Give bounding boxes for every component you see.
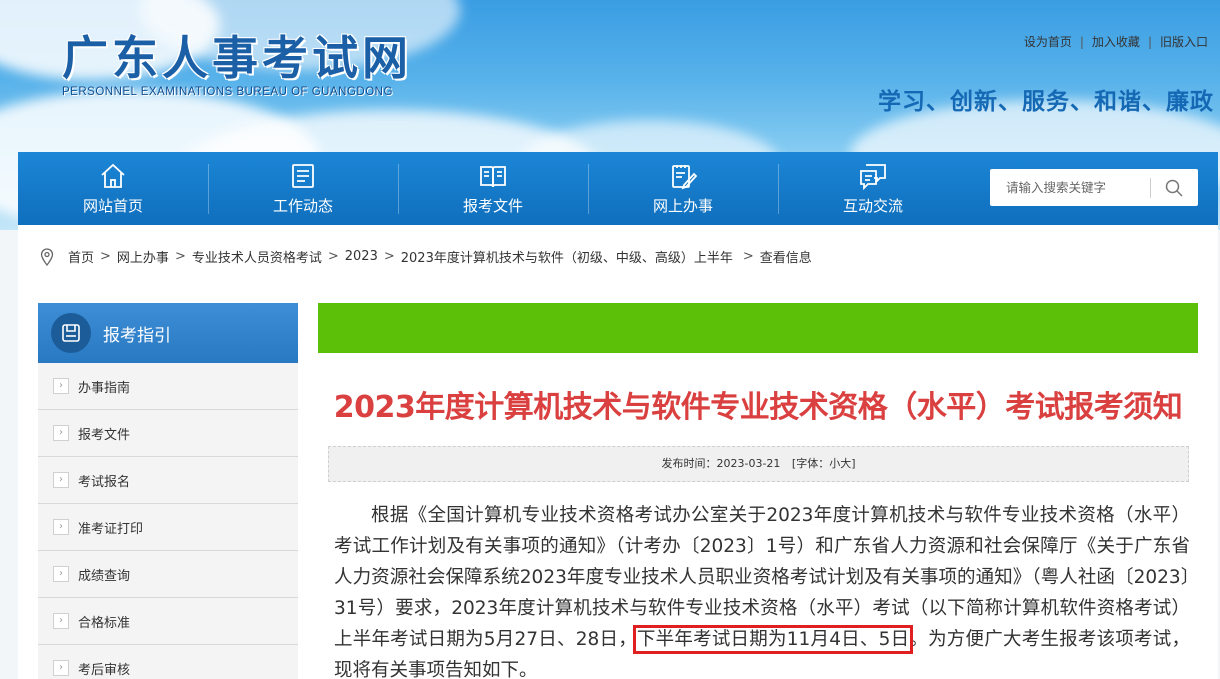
breadcrumb-exam-session[interactable]: 2023年度计算机技术与软件（初级、中级、高级）上半年 [401, 247, 733, 266]
sidebar-item-admission-ticket[interactable]: › 准考证打印 [38, 504, 298, 551]
chevron-right-icon: › [53, 378, 69, 394]
chevron-right-icon: › [53, 425, 69, 441]
sidebar-item-label: 成绩查询 [78, 568, 131, 584]
sidebar-item-post-exam-review[interactable]: › 考后审核 [38, 645, 298, 679]
nav-item-news[interactable]: 工作动态 [208, 152, 398, 225]
nav-label: 工作动态 [272, 197, 333, 215]
news-icon [292, 164, 314, 188]
sidebar-title: 报考指引 [103, 325, 171, 346]
slogan: 学习、创新、服务、和谐、廉政 [878, 89, 1214, 115]
sidebar-item-label: 办事指南 [78, 380, 131, 396]
search-input[interactable] [990, 170, 1150, 205]
breadcrumb-professional-exam[interactable]: 专业技术人员资格考试 [192, 247, 322, 266]
add-favorite-link[interactable]: 加入收藏 [1092, 35, 1140, 49]
breadcrumb: 首页 > 网上办事 > 专业技术人员资格考试 > 2023 > 2023年度计算机技术与… [40, 247, 812, 266]
article-meta: 发布时间：2023-03-21 [字体：小大] [328, 446, 1189, 482]
sidebar-item-documents[interactable]: › 报考文件 [38, 410, 298, 457]
site-logo-title[interactable]: 广东人事考试网 [62, 22, 412, 88]
highlighted-date-text: 下半年考试日期为11月4日、5日 [632, 625, 914, 654]
breadcrumb-online-service[interactable]: 网上办事 [117, 247, 169, 266]
sidebar-item-label: 合格标准 [78, 615, 131, 631]
sidebar-item-label: 考后审核 [78, 662, 131, 678]
nav-item-interaction[interactable]: 互动交流 [778, 152, 968, 225]
set-homepage-link[interactable]: 设为首页 [1024, 35, 1072, 49]
sidebar-item-guide[interactable]: › 办事指南 [38, 363, 298, 410]
guide-icon [51, 313, 91, 353]
nav-item-home[interactable]: 网站首页 [18, 152, 208, 225]
site-logo-subtitle: PERSONNEL EXAMINATIONS BUREAU OF GUANGDO… [62, 86, 393, 98]
main-nav: 网站首页 工作动态 报考文件 网上办事 互动交流 [18, 152, 1218, 225]
book-icon [480, 166, 506, 188]
nav-label: 网上办事 [652, 197, 713, 215]
breadcrumb-home[interactable]: 首页 [68, 247, 94, 266]
chevron-right-icon: › [53, 472, 69, 488]
sidebar-item-label: 考试报名 [78, 474, 131, 490]
article-paragraph: 根据《全国计算机专业技术资格考试办公室关于2023年度计算机技术与软件专业技术资… [334, 500, 1190, 679]
top-links: 设为首页 | 加入收藏 | 旧版入口 [1023, 35, 1208, 49]
font-size-toggle[interactable]: [字体：小大] [792, 457, 856, 470]
nav-label: 网站首页 [82, 197, 143, 215]
edit-icon [672, 165, 698, 190]
home-icon [101, 163, 125, 188]
chat-icon [860, 164, 886, 191]
old-version-link[interactable]: 旧版入口 [1160, 35, 1208, 49]
sidebar-item-registration[interactable]: › 考试报名 [38, 457, 298, 504]
chevron-right-icon: › [53, 613, 69, 629]
breadcrumb-year[interactable]: 2023 [345, 249, 378, 264]
nav-item-documents[interactable]: 报考文件 [398, 152, 588, 225]
article-title: 2023年度计算机技术与软件专业技术资格（水平）考试报考须知 [333, 390, 1183, 425]
sidebar: 报考指引 › 办事指南 › 报考文件 › 考试报名 › 准考证打印 › 成绩查询 › 合格标… [38, 303, 298, 679]
sidebar-item-pass-standard[interactable]: › 合格标准 [38, 598, 298, 645]
chevron-right-icon: › [53, 519, 69, 535]
location-pin-icon [40, 247, 54, 266]
search-button[interactable] [1151, 170, 1197, 205]
search-box [990, 169, 1198, 206]
chevron-right-icon: › [53, 566, 69, 582]
breadcrumb-view-info: 查看信息 [759, 251, 812, 266]
sidebar-item-label: 报考文件 [78, 427, 131, 443]
search-icon [1165, 179, 1183, 197]
nav-label: 互动交流 [842, 197, 903, 215]
sidebar-item-label: 准考证打印 [78, 521, 144, 537]
sidebar-item-score-query[interactable]: › 成绩查询 [38, 551, 298, 598]
sidebar-header: 报考指引 [38, 303, 298, 363]
publish-time: 发布时间：2023-03-21 [661, 457, 781, 470]
chevron-right-icon: › [53, 660, 69, 676]
nav-item-online-service[interactable]: 网上办事 [588, 152, 778, 225]
nav-label: 报考文件 [462, 197, 523, 215]
article-top-bar [318, 303, 1198, 353]
article-body: 根据《全国计算机专业技术资格考试办公室关于2023年度计算机技术与软件专业技术资… [334, 500, 1190, 679]
